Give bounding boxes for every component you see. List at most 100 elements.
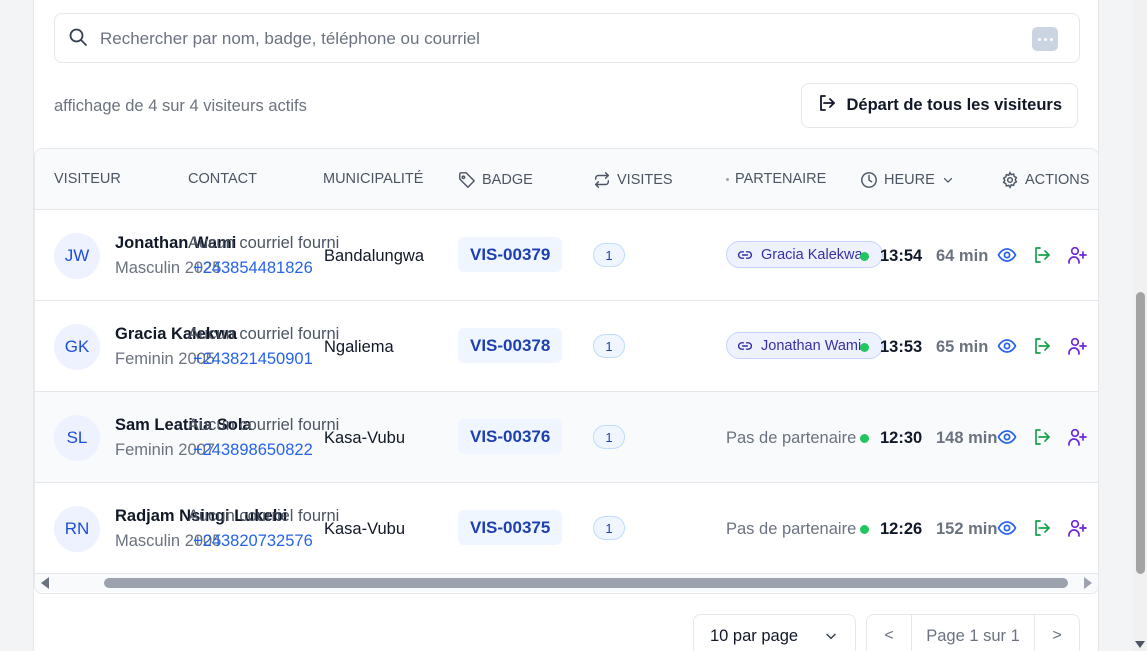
checkout-button[interactable] (1032, 518, 1052, 538)
visit-duration: 152 min (936, 520, 998, 538)
table-row[interactable]: GK Gracia Kalekwa Feminin 2005 Aucun cou… (35, 301, 1098, 392)
next-page-button[interactable]: > (1035, 615, 1079, 651)
tag-icon (459, 172, 475, 188)
column-partner[interactable]: PARTENAIRE (726, 171, 826, 187)
horizontal-scrollbar[interactable] (35, 574, 1098, 592)
checkout-button[interactable] (1032, 336, 1052, 356)
visitor-badge: VIS-00378 (458, 328, 563, 363)
visitor-count-summary: affichage de 4 sur 4 visiteurs actifs (54, 97, 307, 115)
visitor-gender: Feminin (115, 441, 174, 459)
checkout-button[interactable] (1032, 427, 1052, 447)
column-partner-label: PARTENAIRE (735, 171, 827, 187)
visitor-badge: VIS-00375 (458, 510, 563, 545)
column-time[interactable]: HEURE (860, 171, 955, 189)
column-municipality[interactable]: MUNICIPALITÉ (323, 171, 423, 187)
per-page-select[interactable]: 10 par page (693, 614, 856, 651)
column-badge[interactable]: BADGE (458, 171, 533, 189)
chevron-down-icon (826, 633, 836, 640)
view-button[interactable] (997, 336, 1017, 356)
status-active-dot (860, 525, 869, 534)
vertical-scroll-thumb[interactable] (1136, 292, 1145, 574)
no-partner-text: Pas de partenaire (726, 429, 857, 447)
view-button[interactable] (997, 427, 1017, 447)
logout-icon (1035, 247, 1050, 263)
visitor-email: Aucun courriel fourni (188, 325, 340, 343)
repeat-icon (594, 172, 610, 188)
column-badge-label: BADGE (482, 172, 533, 188)
table-row[interactable]: RN Radjam Nsingi Lukebi Masculin 2005 Au… (35, 483, 1098, 574)
gear-icon (1002, 171, 1018, 189)
scroll-right-arrow-icon[interactable] (1084, 577, 1092, 589)
scroll-left-arrow-icon[interactable] (41, 577, 49, 589)
logout-icon (1035, 520, 1050, 536)
partner-bullet-icon (726, 177, 729, 181)
partner-name: Gracia Kalekwa (761, 246, 863, 263)
search-input[interactable] (100, 28, 1000, 50)
add-companion-button[interactable] (1067, 518, 1087, 538)
add-companion-button[interactable] (1067, 245, 1087, 265)
scroll-down-arrow-icon[interactable] (1135, 641, 1145, 648)
pagination: < Page 1 sur 1 > (866, 614, 1080, 651)
column-contact-label: CONTACT (188, 171, 258, 187)
visitor-municipality: Ngaliema (324, 338, 394, 356)
visitor-phone[interactable]: +243820732576 (193, 532, 313, 551)
status-active-dot (860, 343, 869, 352)
status-active-dot (860, 434, 869, 443)
visitor-municipality: Bandalungwa (324, 247, 424, 265)
partner-name: Jonathan Wami (761, 337, 862, 354)
logout-icon (817, 93, 837, 118)
more-options-icon[interactable] (1032, 27, 1058, 51)
arrival-time: 12:26 (880, 520, 923, 538)
eye-icon (997, 521, 1017, 535)
arrival-time: 13:53 (880, 338, 923, 356)
visitor-email: Aucun courriel fourni (188, 507, 340, 525)
visitor-phone[interactable]: +243854481826 (193, 259, 313, 278)
visit-count-pill: 1 (593, 243, 625, 267)
visitor-gender: Feminin (115, 350, 174, 368)
column-visitor[interactable]: VISITEUR (54, 171, 121, 187)
view-button[interactable] (997, 518, 1017, 538)
page-indicator: Page 1 sur 1 (911, 615, 1035, 651)
visitor-municipality: Kasa-Vubu (324, 520, 406, 538)
visit-duration: 65 min (936, 338, 989, 356)
column-municipality-label: MUNICIPALITÉ (323, 171, 424, 187)
visitor-municipality: Kasa-Vubu (324, 429, 406, 447)
column-actions: ACTIONS (1001, 171, 1089, 189)
logout-icon (1035, 429, 1050, 445)
depart-all-label: Départ de tous les visiteurs (846, 96, 1063, 114)
column-contact[interactable]: CONTACT (188, 171, 257, 187)
column-visits[interactable]: VISITES (593, 171, 673, 189)
horizontal-scroll-thumb[interactable] (104, 578, 1068, 588)
column-time-label: HEURE (884, 172, 935, 188)
previous-page-button[interactable]: < (867, 615, 911, 651)
visitor-gender: Masculin (115, 532, 181, 550)
depart-all-visitors-button[interactable]: Départ de tous les visiteurs (800, 83, 1078, 128)
table-header: VISITEUR CONTACT MUNICIPALITÉ BADGE VISI… (35, 149, 1098, 210)
no-partner-text: Pas de partenaire (726, 520, 857, 538)
visit-count-pill: 1 (593, 425, 625, 449)
column-visitor-label: VISITEUR (54, 171, 121, 187)
search-icon (68, 27, 88, 47)
visitor-phone[interactable]: +243898650822 (193, 441, 313, 460)
table-row[interactable]: JW Jonathan Wami Masculin 2025 Aucun cou… (35, 210, 1098, 301)
avatar: GK (54, 324, 100, 370)
visitor-gender: Masculin (115, 259, 181, 277)
visit-duration: 64 min (936, 247, 989, 265)
add-companion-button[interactable] (1067, 427, 1087, 447)
per-page-value: 10 par page (710, 626, 799, 645)
user-plus-icon (1068, 246, 1087, 264)
arrival-time: 12:30 (880, 429, 923, 447)
arrival-time: 13:54 (880, 247, 923, 265)
visitor-phone[interactable]: +243821450901 (193, 350, 313, 369)
checkout-button[interactable] (1032, 245, 1052, 265)
visitor-email: Aucun courriel fourni (188, 416, 340, 434)
visit-duration: 148 min (936, 429, 998, 447)
visitor-badge: VIS-00379 (458, 237, 563, 272)
view-button[interactable] (997, 245, 1017, 265)
add-companion-button[interactable] (1067, 336, 1087, 356)
table-row[interactable]: SL Sam Leatitia Sola Feminin 2007 Aucun … (35, 392, 1098, 483)
logout-icon (1035, 338, 1050, 354)
vertical-scrollbar[interactable] (1133, 0, 1147, 651)
user-plus-icon (1068, 428, 1087, 446)
chevron-down-icon (943, 177, 952, 183)
